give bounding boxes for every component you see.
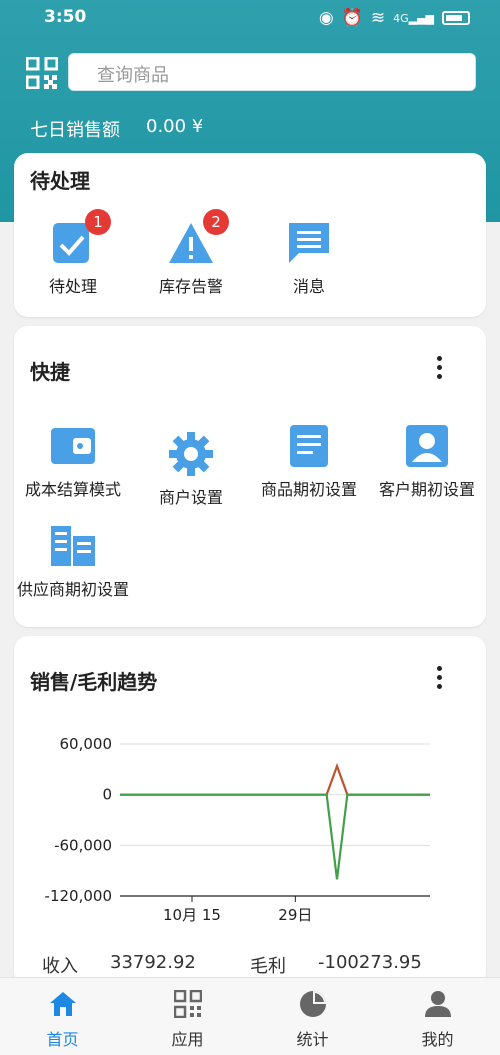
status-time: 3:50 <box>44 7 87 27</box>
chart-series-line-0 <box>120 762 430 796</box>
nav-mine-label: 我的 <box>421 1030 454 1049</box>
nav-home[interactable]: 首页 <box>0 990 125 1050</box>
sales-label: 七日销售额 <box>30 120 120 141</box>
trend-chart: 60,000 0 -60,000 -120,000 10月 15 29日 <box>45 735 430 924</box>
pending-card-title: 待处理 <box>30 169 90 193</box>
shortcut-card-title: 快捷 <box>30 360 70 384</box>
document-icon <box>290 425 328 467</box>
cost-mode-tile[interactable]: 成本结算模式 <box>14 422 132 500</box>
pending-tasks-tile[interactable]: 1 待处理 <box>14 209 132 297</box>
chart-y-tick-label: -60,000 <box>54 836 112 854</box>
gear-icon <box>169 432 213 476</box>
seven-day-sales: 七日销售额 0.00 ¥ <box>30 116 203 142</box>
sales-value: 0.00 ¥ <box>146 116 204 137</box>
wifi-icon: ≋ <box>370 8 386 28</box>
pie-chart-icon <box>299 991 326 1017</box>
signal-icon: 4G▂▄▆ <box>393 11 434 25</box>
merchant-settings-tile[interactable]: 商户设置 <box>132 430 250 508</box>
trend-card: 销售/毛利趋势 60,000 0 -60,000 -120,000 10月 15 29日 … <box>14 636 486 986</box>
product-initial-tile[interactable]: 商品期初设置 <box>250 422 368 500</box>
battery-icon <box>442 11 470 25</box>
pending-tasks-label: 待处理 <box>48 277 97 296</box>
bottom-nav: 首页 应用 统计 我的 <box>0 977 500 1055</box>
trend-summary: 收入 33792.92 毛利 -100273.95 <box>42 952 422 978</box>
person-icon <box>424 991 451 1017</box>
chart-series-line-1 <box>120 793 430 880</box>
contact-card-icon <box>406 425 448 467</box>
nav-mine[interactable]: 我的 <box>375 990 500 1050</box>
merchant-settings-label: 商户设置 <box>158 488 223 507</box>
profit-label: 毛利 <box>250 956 286 977</box>
building-icon <box>51 526 95 566</box>
customer-initial-label: 客户期初设置 <box>378 480 475 499</box>
eye-icon: ◉ <box>318 8 334 28</box>
chart-y-tick-label: 60,000 <box>60 735 113 753</box>
search-input[interactable]: 查询商品 <box>68 53 476 91</box>
shortcut-more-icon[interactable] <box>434 354 444 380</box>
qr-grid-icon <box>173 989 202 1019</box>
nav-home-label: 首页 <box>46 1030 79 1049</box>
pending-badge: 1 <box>85 209 111 235</box>
shortcut-card: 快捷 成本结算模式 商户设置 商品期初设置 客户期初设置 供应商期初设置 <box>14 326 486 627</box>
product-initial-label: 商品期初设置 <box>260 480 357 499</box>
customer-initial-tile[interactable]: 客户期初设置 <box>368 422 486 500</box>
supplier-initial-tile[interactable]: 供应商期初设置 <box>14 522 132 600</box>
alarm-icon: ⏰ <box>341 8 363 28</box>
stock-alert-label: 库存告警 <box>158 277 223 296</box>
chart-y-tick-label: 0 <box>102 786 112 804</box>
nav-stats[interactable]: 统计 <box>250 990 375 1050</box>
profit-value: -100273.95 <box>318 952 422 973</box>
messages-tile[interactable]: 消息 <box>250 219 368 297</box>
message-icon <box>289 223 329 263</box>
stock-alert-badge: 2 <box>203 209 229 235</box>
chart-x-tick-label: 10月 15 <box>163 906 221 924</box>
nav-stats-label: 统计 <box>296 1030 329 1049</box>
income-value: 33792.92 <box>110 952 196 973</box>
income-label: 收入 <box>42 956 78 977</box>
stock-alert-tile[interactable]: 2 库存告警 <box>132 209 250 297</box>
search-placeholder: 查询商品 <box>97 65 169 86</box>
home-icon <box>49 992 76 1016</box>
nav-apps[interactable]: 应用 <box>125 989 250 1050</box>
cost-mode-label: 成本结算模式 <box>24 480 121 499</box>
chart-y-tick-label: -120,000 <box>45 887 112 905</box>
pending-card: 待处理 1 待处理 2 库存告警 消息 <box>14 153 486 317</box>
qr-scan-icon[interactable] <box>25 56 59 90</box>
wallet-icon <box>51 428 95 464</box>
nav-apps-label: 应用 <box>171 1030 204 1049</box>
status-bar: 3:50 ◉ ⏰ ≋ 4G▂▄▆ <box>0 0 500 34</box>
status-icons: ◉ ⏰ ≋ 4G▂▄▆ <box>319 8 470 28</box>
supplier-initial-label: 供应商期初设置 <box>16 580 129 599</box>
chart-x-tick-label: 29日 <box>278 906 312 924</box>
messages-label: 消息 <box>292 277 325 296</box>
